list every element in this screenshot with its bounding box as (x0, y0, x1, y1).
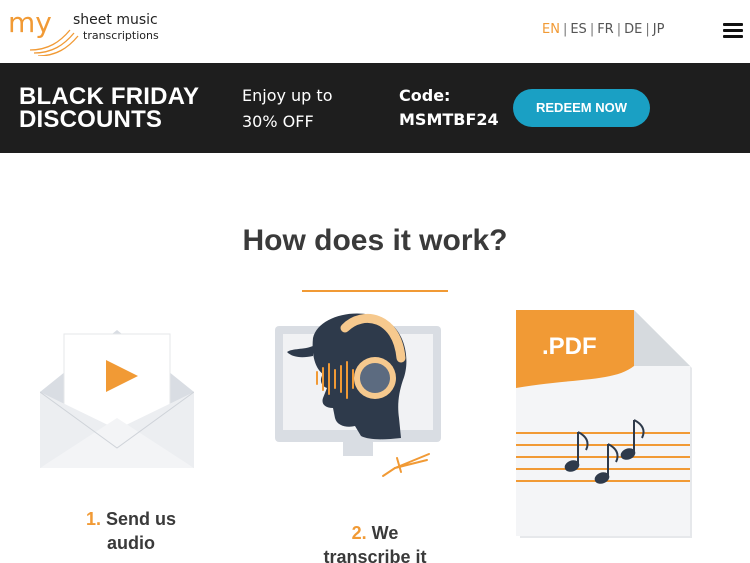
step-2-text-line1: We (371, 523, 399, 543)
step-1-label: 1. Send us audio (60, 507, 202, 555)
lang-de[interactable]: DE (624, 22, 642, 37)
promo-title-line2: DISCOUNTS (19, 106, 163, 133)
promo-banner: BLACK FRIDAY DISCOUNTS Enjoy up to 30% O… (0, 63, 750, 153)
pdf-sheet-music-icon: .PDF (514, 308, 694, 540)
site-logo[interactable]: my sheet music transcriptions (8, 6, 159, 56)
promo-title-line1: BLACK FRIDAY (19, 83, 200, 110)
promo-offer-line2: 30% OFF (242, 112, 314, 131)
step-2-label: 2. We transcribe it (300, 521, 450, 563)
step-2-number: 2. (351, 523, 367, 543)
lang-es[interactable]: ES (570, 22, 586, 37)
promo-offer-line1: Enjoy up to (242, 86, 333, 105)
envelope-play-icon (39, 330, 195, 472)
step-1-text-line2: audio (107, 533, 155, 553)
site-header: my sheet music transcriptions EN | ES | FR | D… (0, 0, 750, 62)
promo-code-label: Code: (399, 86, 451, 105)
step-1-text-line1: Send us (106, 509, 177, 529)
lang-en[interactable]: EN (542, 22, 560, 37)
promo-code-value: MSMTBF24 (399, 110, 499, 129)
step-2-text-line2: transcribe it (323, 547, 427, 563)
promo-offer: Enjoy up to 30% OFF (242, 83, 332, 135)
lang-jp[interactable]: JP (653, 22, 665, 37)
promo-title: BLACK FRIDAY DISCOUNTS (19, 83, 200, 133)
section-title: How does it work? (242, 224, 508, 257)
section-divider (302, 290, 448, 292)
headphones-listener-icon (273, 308, 445, 484)
logo-mark: my (8, 6, 52, 39)
redeem-now-button[interactable]: REDEEM NOW (513, 89, 650, 127)
language-switcher: EN | ES | FR | DE | JP (542, 22, 665, 37)
lang-fr[interactable]: FR (597, 22, 614, 37)
logo-text-line1: sheet music (73, 12, 158, 28)
hamburger-icon[interactable] (723, 23, 745, 41)
logo-text-line2: transcriptions (83, 29, 159, 42)
step-1-number: 1. (85, 509, 101, 529)
pdf-badge: .PDF (542, 333, 597, 360)
